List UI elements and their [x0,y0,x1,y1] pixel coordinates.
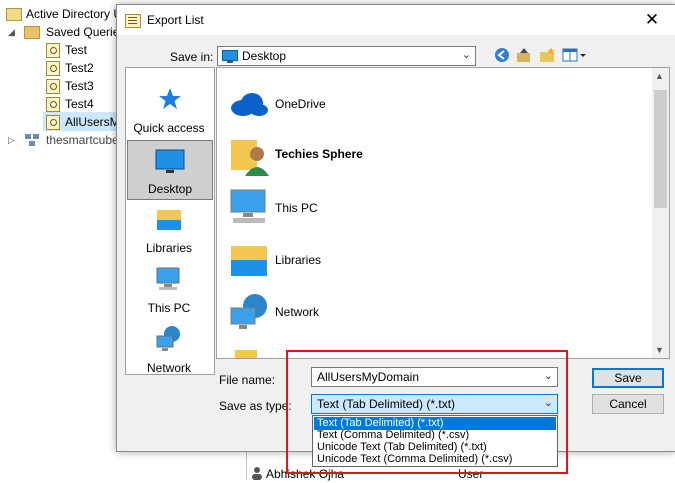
folder-icon [235,346,265,358]
dialog-title: Export List [147,13,204,27]
cloud-icon [227,90,269,121]
list-item-libraries[interactable]: Libraries [225,236,645,286]
save-in-value: Desktop [242,49,287,63]
chevron-down-icon[interactable]: ▼ [655,345,664,355]
save-button[interactable]: Save [592,368,664,388]
list-item-user-folder[interactable]: Techies Sphere [225,130,645,180]
view-menu-icon[interactable] [562,46,588,64]
cancel-button[interactable]: Cancel [592,394,664,414]
network-icon [229,292,269,335]
query-icon [46,77,62,94]
back-icon[interactable] [493,46,511,64]
folder-icon [24,23,40,39]
list-divider [246,450,247,480]
user-icon [250,466,264,483]
vertical-scrollbar[interactable]: ▲ ▼ [652,68,669,358]
desktop-icon [155,149,185,178]
query-icon [46,113,62,130]
star-icon [157,86,183,115]
list-item-this-pc[interactable]: This PC [225,184,645,234]
chevron-down-icon: ⌄ [461,49,471,61]
query-icon [46,59,62,76]
tree-query-item-selected[interactable]: AllUsersM [43,112,120,131]
save-as-type-label: Save as type: [219,399,292,413]
chevron-up-icon[interactable]: ▲ [655,71,664,81]
desktop-icon [222,50,238,66]
highlight-annotation [286,350,568,474]
place-this-pc[interactable]: This PC [127,260,211,318]
libraries-icon [229,242,269,281]
file-list[interactable]: OneDrive Techies Sphere This PC Librarie… [216,67,670,359]
chevron-right-icon[interactable]: ▷ [8,131,15,149]
place-desktop[interactable]: Desktop [127,140,213,200]
query-icon [46,95,62,112]
title-bar[interactable]: Export List ✕ [117,5,675,35]
list-item-onedrive[interactable]: OneDrive [225,80,645,130]
file-name-label: File name: [219,373,276,387]
new-folder-icon[interactable] [538,46,556,64]
libraries-icon [155,206,183,235]
network-icon [155,324,183,355]
domain-icon [24,131,40,147]
computer-icon [154,266,184,295]
close-button[interactable]: ✕ [629,5,675,35]
export-icon [125,14,141,28]
list-item-network[interactable]: Network [225,288,645,338]
save-in-select[interactable]: Desktop ⌄ [217,46,476,66]
user-folder-icon [231,134,271,181]
save-in-label: Save in: [170,50,214,64]
computer-icon [229,188,269,229]
place-quick-access[interactable]: Quick access [127,80,211,138]
scrollbar-thumb[interactable] [654,90,667,208]
chevron-down-icon[interactable]: ◢ [8,23,15,41]
query-icon [46,41,62,58]
place-libraries[interactable]: Libraries [127,200,211,258]
snapin-icon [6,5,22,21]
up-folder-icon[interactable] [515,46,533,64]
places-bar: Quick access Desktop Libraries This PC N… [125,67,215,375]
place-network[interactable]: Network [127,320,211,378]
